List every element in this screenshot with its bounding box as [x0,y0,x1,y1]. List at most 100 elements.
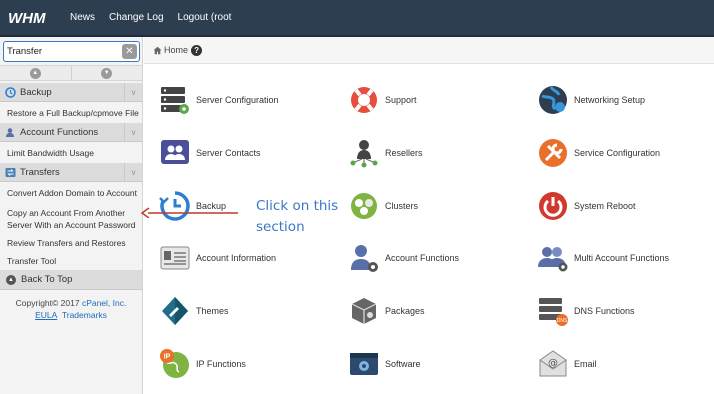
app-service-configuration[interactable]: Service Configuration [537,136,660,170]
nav-logout-link[interactable]: Logout (root [178,12,232,23]
eula-link[interactable]: EULA [35,310,57,320]
software-window-icon [348,348,380,380]
service-configuration-wrench-icon [537,137,569,169]
sidebar-item-restore-full-backup[interactable]: Restore a Full Backup/cpmove File [0,107,142,119]
sidebar-footer: Copyright© 2017 cPanel, Inc. EULA Tradem… [0,297,142,321]
app-resellers[interactable]: Resellers [348,136,423,170]
copyright-text: Copyright© 2017 [15,298,80,308]
svg-text:@: @ [548,358,558,369]
sidebar-section-backup[interactable]: Backup ∨ [0,82,142,102]
email-icon: @ [537,348,569,380]
collapse-expand-row: ▲ ▼ [0,65,142,81]
sidebar-item-copy-account-line2[interactable]: Server With an Account Password [0,219,142,231]
app-label: DNS Functions [574,306,635,316]
sidebar-section-label: Account Functions [20,126,99,138]
expand-all-button[interactable]: ▼ [72,66,143,80]
whm-logo-text: WHM [8,10,46,26]
app-label: Packages [385,306,425,316]
app-label: Resellers [385,148,423,158]
annotation-line-1: Click on this [256,198,339,214]
home-icon[interactable] [153,46,162,55]
sidebar-section-account-functions[interactable]: Account Functions ∨ [0,122,142,142]
app-label: Themes [196,306,229,316]
app-label: Email [574,359,597,369]
app-label: IP Functions [196,359,246,369]
app-label: Account Information [196,253,277,263]
chevron-down-icon: ▼ [101,67,113,79]
app-system-reboot[interactable]: System Reboot [537,189,636,223]
transfers-icon [5,167,16,178]
server-contacts-icon [159,137,191,169]
sidebar: ✕ ▲ ▼ Backup ∨ Restore a Full Backup/cpm… [0,37,143,394]
help-icon[interactable]: ? [191,44,203,56]
account-information-icon [159,242,191,274]
sidebar-section-label: Backup [20,86,52,98]
app-dns-functions[interactable]: DNS DNS Functions [537,294,635,328]
app-label: Account Functions [385,253,460,263]
clear-search-icon[interactable]: ✕ [122,44,137,59]
annotation-line-2: section [256,219,305,235]
dns-functions-icon: DNS [537,295,569,327]
breadcrumb: Home ? [144,37,714,64]
account-functions-icon [5,127,16,138]
trademarks-link[interactable]: Trademarks [62,310,107,320]
annotation-callout: Click on this section [256,196,366,238]
app-label: Support [385,95,417,105]
packages-box-icon [348,295,380,327]
app-account-functions[interactable]: Account Functions [348,241,459,275]
server-configuration-icon [159,84,191,116]
app-account-information[interactable]: Account Information [159,241,276,275]
app-server-configuration[interactable]: Server Configuration [159,83,279,117]
account-functions-user-icon [348,242,380,274]
app-software[interactable]: Software [348,347,421,381]
networking-globe-icon [537,84,569,116]
app-email[interactable]: @ Email [537,347,597,381]
app-label: Server Configuration [196,95,279,105]
app-label: System Reboot [574,201,636,211]
support-lifebuoy-icon [348,84,380,116]
sidebar-item-transfer-tool[interactable]: Transfer Tool [0,255,142,267]
app-label: Server Contacts [196,148,261,158]
app-server-contacts[interactable]: Server Contacts [159,136,261,170]
multi-account-icon [537,242,569,274]
search-box: ✕ [3,41,140,62]
sidebar-section-transfers[interactable]: Transfers ∨ [0,162,142,182]
app-multi-account-functions[interactable]: Multi Account Functions [537,241,669,275]
chevron-down-icon[interactable]: ∨ [124,162,142,182]
annotation-arrow [140,207,238,218]
whm-logo[interactable]: WHM [8,8,58,28]
sidebar-item-convert-addon-domain[interactable]: Convert Addon Domain to Account [0,187,142,199]
search-input[interactable] [4,42,122,61]
app-ip-functions[interactable]: IP IP Functions [159,347,246,381]
sidebar-item-copy-account-line1[interactable]: Copy an Account From Another [0,207,142,219]
app-label: Multi Account Functions [574,253,670,263]
back-to-top-label: Back To Top [21,274,73,285]
chevron-down-icon[interactable]: ∨ [124,122,142,142]
arrow-up-icon: ▲ [6,274,16,285]
chevron-down-icon[interactable]: ∨ [124,82,142,102]
nav-change-log-link[interactable]: Change Log [109,12,164,23]
ip-functions-icon: IP [159,348,191,380]
power-icon [537,190,569,222]
sidebar-item-limit-bandwidth[interactable]: Limit Bandwidth Usage [0,147,142,159]
app-packages[interactable]: Packages [348,294,425,328]
cpanel-link[interactable]: cPanel, Inc. [82,298,126,308]
app-label: Service Configuration [574,148,661,158]
app-label: Clusters [385,201,419,211]
breadcrumb-home-link[interactable]: Home [164,45,188,55]
collapse-all-button[interactable]: ▲ [0,66,72,80]
app-label: Networking Setup [574,95,646,105]
top-navigation-bar: WHM News Change Log Logout (root [0,0,714,37]
app-support[interactable]: Support [348,83,417,117]
back-to-top-button[interactable]: ▲ Back To Top [0,270,142,290]
nav-news-link[interactable]: News [70,12,95,23]
backup-icon [5,86,16,98]
sidebar-item-review-transfers[interactable]: Review Transfers and Restores [0,237,142,249]
svg-text:IP: IP [164,354,171,361]
svg-text:DNS: DNS [557,318,568,324]
chevron-up-icon: ▲ [29,67,41,79]
resellers-icon [348,137,380,169]
app-themes[interactable]: Themes [159,294,229,328]
app-networking-setup[interactable]: Networking Setup [537,83,645,117]
themes-icon [159,295,191,327]
